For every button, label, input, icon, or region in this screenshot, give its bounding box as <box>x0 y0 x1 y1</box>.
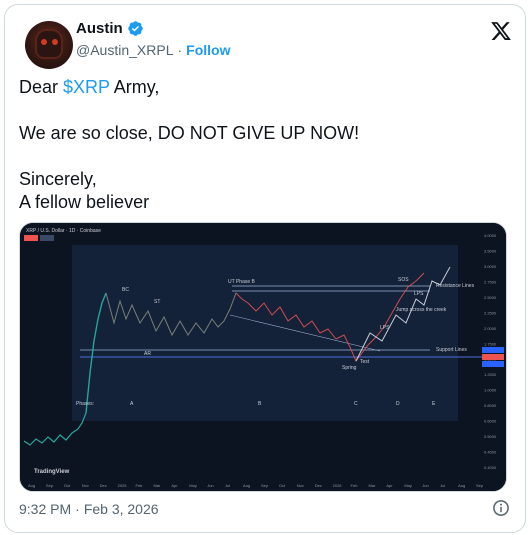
label-jump: Jump across the creek <box>396 307 447 313</box>
price-scale-label: 1.2500 <box>484 372 497 377</box>
time-axis-label: May <box>189 483 197 488</box>
analysis-overlay-panel <box>72 245 458 421</box>
verified-badge-icon <box>127 21 143 36</box>
time-axis-label: Dec <box>315 483 322 488</box>
chart-image[interactable]: XRP / U.S. Dollar · 1D · Coinbase UT Pha… <box>19 222 507 492</box>
price-scale-label: 2.2500 <box>484 310 497 315</box>
time-axis-label: Feb <box>351 483 359 488</box>
label-lps-mid: LPS <box>380 325 390 331</box>
price-scale-label: 0.6000 <box>484 419 497 424</box>
time-axis-label: Jul <box>225 483 230 488</box>
avatar-eye-left <box>41 39 47 45</box>
tweet-line-signature: A fellow believer <box>19 192 150 212</box>
tweet-date: Feb 3, 2026 <box>83 501 159 517</box>
avatar[interactable] <box>25 21 73 69</box>
tweet-timestamp[interactable]: 9:32 PM · Feb 3, 2026 <box>19 501 159 517</box>
time-axis-label: Apr <box>171 483 178 488</box>
price-scale-label: 1.7500 <box>484 341 497 346</box>
time-axis-label: Sep <box>476 483 484 488</box>
price-scale-tag <box>482 347 504 353</box>
label-support: Support Lines <box>436 347 467 353</box>
price-scale-label: 0.5000 <box>484 434 497 439</box>
price-scale-label: 0.4500 <box>484 450 497 455</box>
label-resistance: Resistance Lines <box>436 283 475 289</box>
follow-button[interactable]: Follow <box>186 42 230 58</box>
price-scale-label: 2.5000 <box>484 295 497 300</box>
price-scale-label: 1.0000 <box>484 388 497 393</box>
label-phases: Phases: <box>76 401 94 407</box>
time-axis-label: Sep <box>46 483 54 488</box>
time-axis-label: Oct <box>64 483 71 488</box>
tweet-line-message: We are so close, DO NOT GIVE UP NOW! <box>19 123 360 143</box>
time-axis-label: Aug <box>28 483 35 488</box>
greeting-suffix: Army, <box>109 77 160 97</box>
time-axis-label: Mar <box>368 483 376 488</box>
label-st: ST <box>154 299 160 305</box>
label-ar: AR <box>144 351 151 357</box>
handle-separator: · <box>177 42 183 58</box>
label-phase-d: D <box>396 401 400 407</box>
avatar-mask-shape <box>35 29 63 59</box>
chart-price-tag <box>24 235 38 241</box>
price-scale-label: 2.7500 <box>484 279 497 284</box>
time-axis-label: Apr <box>386 483 393 488</box>
price-scale-tag <box>482 361 504 367</box>
price-scale-label: 0.8000 <box>484 403 497 408</box>
time-axis-label: Jun <box>207 483 213 488</box>
chart-header-text: XRP / U.S. Dollar · 1D · Coinbase <box>26 228 101 234</box>
info-icon[interactable] <box>492 499 510 517</box>
label-ut-phase-b: UT Phase B <box>228 279 256 285</box>
avatar-eye-right <box>52 39 58 45</box>
x-logo-icon[interactable] <box>490 20 512 42</box>
price-scale-label: 0.4000 <box>484 465 497 470</box>
time-axis-label: Aug <box>243 483 250 488</box>
author-handle-row: @Austin_XRPL · Follow <box>76 42 230 58</box>
label-sos: SOS <box>398 277 409 283</box>
time-axis-label: Nov <box>82 483 89 488</box>
greeting-prefix: Dear <box>19 77 64 97</box>
timestamp-separator: · <box>75 501 80 517</box>
label-lps-top: LPS <box>414 291 424 297</box>
label-phase-c: C <box>354 401 358 407</box>
author-name[interactable]: Austin <box>76 20 123 37</box>
tweet-line-greeting: Dear $XRP Army, <box>19 76 499 99</box>
price-scale-label: 2.0000 <box>484 326 497 331</box>
time-axis-label: Mar <box>153 483 161 488</box>
time-axis-label: May <box>404 483 412 488</box>
time-axis-label: Aug <box>458 483 465 488</box>
time-axis-label: Dec <box>100 483 107 488</box>
price-scale-label: 3.0000 <box>484 264 497 269</box>
tweet-line-signoff: Sincerely, <box>19 169 97 189</box>
author-handle[interactable]: @Austin_XRPL <box>76 42 173 58</box>
time-axis-label: 2025 <box>118 483 128 488</box>
time-axis-label: Sep <box>261 483 269 488</box>
price-scale-label: 3.5000 <box>484 248 497 253</box>
label-bc: BC <box>122 287 129 293</box>
tradingview-watermark: TradingView <box>34 469 70 475</box>
time-axis-label: Nov <box>297 483 304 488</box>
xrp-cashtag-link[interactable]: $XRP <box>63 77 110 97</box>
chart-price-tag <box>40 235 54 241</box>
label-spring: Spring <box>342 365 357 371</box>
tweet-time: 9:32 PM <box>19 501 72 517</box>
label-test: Test <box>360 359 370 365</box>
price-scale-label: 4.0000 <box>484 233 497 238</box>
tweet-text: Dear $XRP Army, We are so close, DO NOT … <box>19 76 499 214</box>
price-scale-tag <box>482 354 504 360</box>
time-axis-label: Feb <box>136 483 144 488</box>
time-axis-label: Jul <box>440 483 445 488</box>
time-axis-label: Oct <box>279 483 286 488</box>
time-axis-label: Jun <box>422 483 428 488</box>
wyckoff-chart-graphic: XRP / U.S. Dollar · 1D · Coinbase UT Pha… <box>20 223 506 491</box>
author-name-row: Austin <box>76 20 144 37</box>
time-axis-label: 2026 <box>333 483 343 488</box>
